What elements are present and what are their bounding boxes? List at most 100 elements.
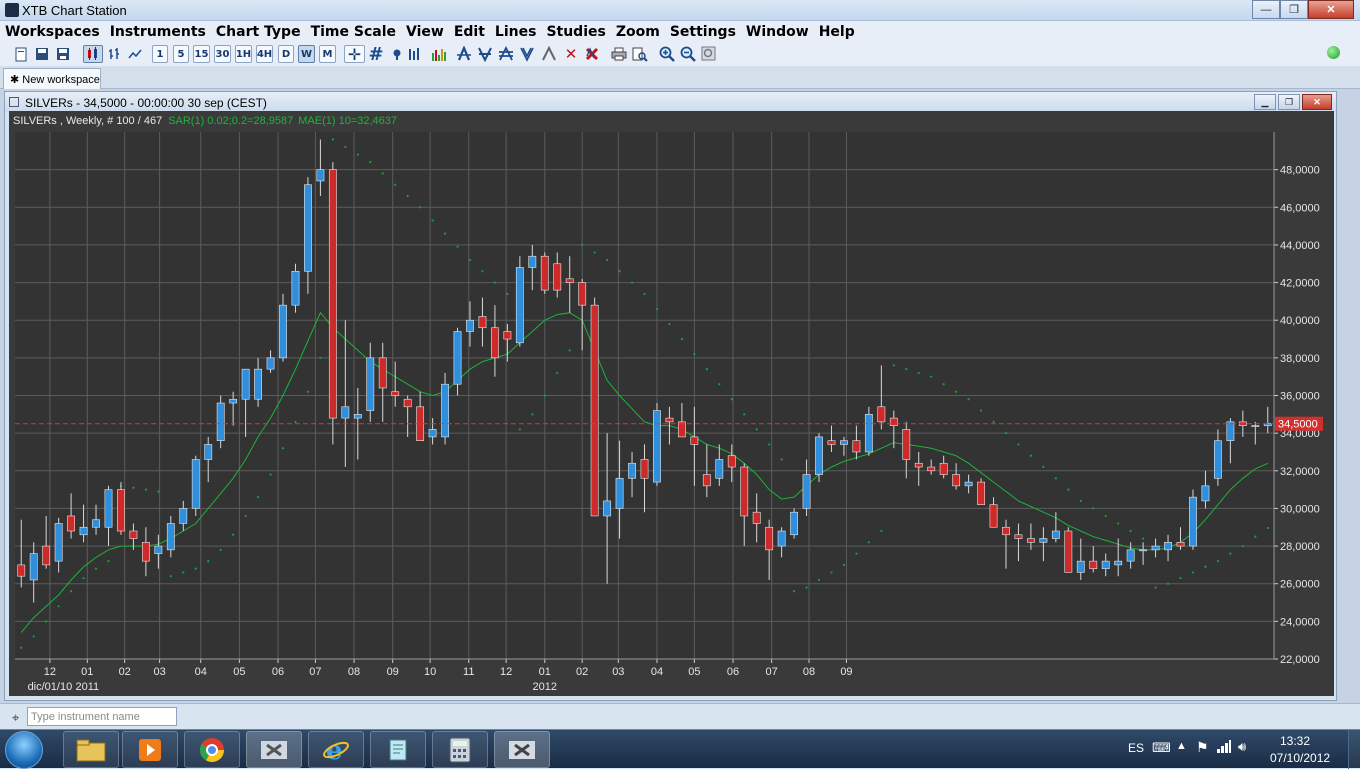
internet-explorer-taskbar-icon[interactable]: e [308,731,364,768]
candle-body-up [54,523,63,562]
sar-point [456,245,459,248]
clock-time[interactable]: 13:32 [1280,734,1310,748]
explorer-taskbar-icon[interactable] [63,731,119,768]
menu-time-scale[interactable]: Time Scale [306,24,401,40]
chart-close-button[interactable]: ✕ [1302,94,1332,110]
timeframe-30[interactable]: 30 [214,45,231,63]
print-preview-icon[interactable] [631,45,649,63]
menu-chart-type[interactable]: Chart Type [211,24,306,40]
close-button[interactable]: ✕ [1308,0,1354,19]
grid-icon[interactable]: # [367,44,385,65]
sar-point [1191,571,1195,574]
chart-maximize-button[interactable]: ❐ [1278,94,1300,110]
sar-point [1054,477,1057,480]
timeframe-4h[interactable]: 4H [256,45,273,63]
print-icon[interactable] [610,45,628,63]
candle-body-down [17,564,26,577]
sar-point [1079,499,1082,502]
keyboard-icon[interactable]: ⌨ [1152,740,1171,756]
xtb-installer-taskbar-icon[interactable] [246,731,302,768]
zoom-out-icon[interactable] [679,45,697,63]
price-tick-label: 44,0000 [1280,240,1320,252]
sar-point [792,590,796,593]
xtb-chart-station-taskbar-icon[interactable] [494,731,550,768]
save-icon[interactable] [34,45,50,63]
candlestick-chart-icon[interactable] [83,45,103,63]
channel-icon[interactable] [476,45,494,63]
pitchfork-icon[interactable] [518,45,536,63]
candle-body-up [179,508,188,524]
time-sub-label: 2012 [533,681,557,693]
show-desktop-button[interactable] [1348,730,1360,769]
new-document-icon[interactable] [13,45,29,63]
candle-body-down [1064,530,1073,573]
timeframe-w[interactable]: W [298,45,315,63]
network-icon[interactable] [1216,738,1232,757]
delete-line-icon[interactable]: ✕ [562,45,580,63]
trendline-icon[interactable] [455,45,473,63]
sar-point [169,575,172,578]
price-axis: 22,0000 24,0000 26,0000 28,0000 30,0000 32,00… [1273,132,1320,666]
minimize-button[interactable]: — [1252,0,1280,19]
menu-instruments[interactable]: Instruments [105,24,211,40]
pin-icon[interactable]: ✱ [10,74,22,86]
candle-body-up [790,511,798,536]
chart-window-title-bar[interactable]: SILVERs - 34,5000 - 00:00:00 30 sep (CES… [5,92,1336,112]
timeframe-1[interactable]: 1 [152,45,168,63]
menu-settings[interactable]: Settings [665,24,741,40]
calculator-taskbar-icon[interactable] [432,731,488,768]
timeframe-15[interactable]: 15 [193,45,210,63]
studies-icon[interactable] [430,45,448,63]
clock-date[interactable]: 07/10/2012 [1270,751,1330,765]
candle-body-up [1251,425,1260,427]
bar-chart-icon[interactable] [105,45,125,63]
sar-point [867,541,870,544]
candle-body-down [952,474,961,487]
menu-workspaces[interactable]: Workspaces [0,24,105,40]
candle-body-down [889,417,898,426]
menu-view[interactable]: View [401,24,449,40]
chart-minimize-button[interactable]: ▁ [1254,94,1276,110]
sar-point [1154,586,1157,589]
candle-body-up [1051,530,1060,539]
info-icon[interactable] [390,45,404,63]
timeframe-m[interactable]: M [319,45,336,63]
menu-studies[interactable]: Studies [541,24,610,40]
show-hidden-icons-icon[interactable]: ▲ [1176,740,1187,752]
flag-icon[interactable]: ⚑ [1196,739,1209,756]
zoom-in-icon[interactable] [658,45,676,63]
crosshair-icon[interactable]: ✛ [344,45,365,64]
timeframe-d[interactable]: D [278,45,294,63]
sar-point [1266,526,1269,530]
fibonacci-icon[interactable] [497,45,515,63]
chrome-taskbar-icon[interactable] [184,731,240,768]
candle-body-up [1189,496,1197,547]
zoom-reset-icon[interactable] [700,45,718,63]
timeframe-1h[interactable]: 1H [235,45,252,63]
menu-window[interactable]: Window [741,24,814,40]
price-chart[interactable]: 22,0000 24,0000 26,0000 28,0000 30,0000 32,00… [9,111,1334,696]
timeframe-5[interactable]: 5 [173,45,189,63]
time-tick-label: 01 [539,666,551,678]
volume-icon[interactable]: 🔊︎ [1238,739,1246,755]
pin-icon[interactable]: ⌖ [12,710,19,726]
menu-help[interactable]: Help [814,24,860,40]
notes-taskbar-icon[interactable] [370,731,426,768]
start-button[interactable] [5,731,43,769]
media-player-taskbar-icon[interactable] [122,731,178,768]
save-as-icon[interactable] [55,45,71,63]
time-tick-label: 05 [233,666,245,678]
maximize-button[interactable]: ❐ [1280,0,1308,19]
tab-new-workspace[interactable]: ✱ New workspace [3,68,101,89]
menu-zoom[interactable]: Zoom [611,24,665,40]
delete-all-icon[interactable] [583,45,601,63]
instrument-search-input[interactable] [27,707,177,726]
drawing-tool-icon[interactable] [540,45,558,63]
volume-icon[interactable] [407,45,423,63]
line-chart-icon[interactable] [125,45,145,63]
menu-lines[interactable]: Lines [490,24,542,40]
candle-body-down [977,481,985,505]
menu-edit[interactable]: Edit [449,24,490,40]
language-indicator[interactable]: ES [1128,741,1144,755]
sar-point [917,371,920,375]
